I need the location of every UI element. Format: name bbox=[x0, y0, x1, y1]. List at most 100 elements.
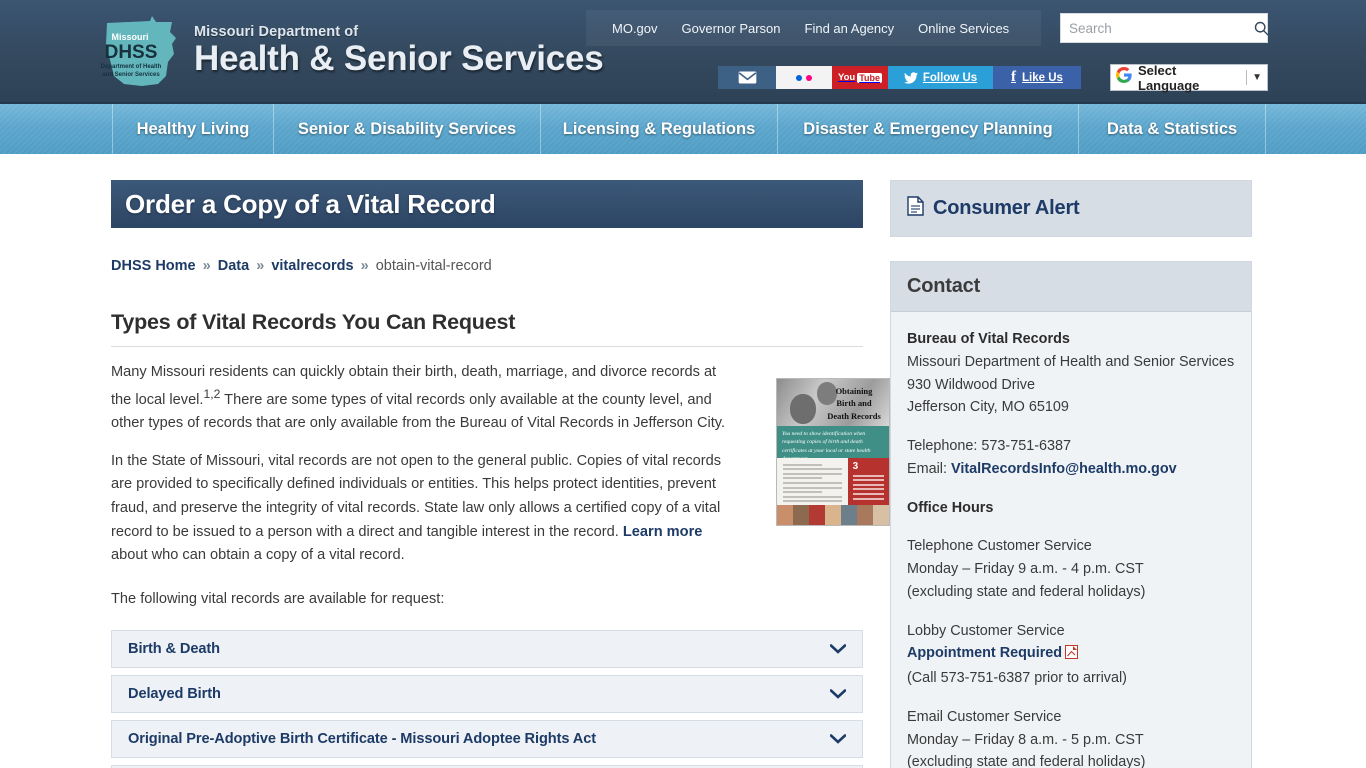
main-navigation: Healthy Living Senior & Disability Servi… bbox=[0, 102, 1366, 154]
nav-item-healthy-living[interactable]: Healthy Living bbox=[112, 104, 274, 154]
breadcrumb-separator: » bbox=[256, 258, 265, 274]
flickr-icon[interactable] bbox=[776, 66, 832, 89]
contact-address-block: Bureau of Vital Records Missouri Departm… bbox=[907, 328, 1235, 419]
accordion-item-delayed-birth[interactable]: Delayed Birth bbox=[111, 674, 863, 713]
breadcrumb-separator: » bbox=[202, 258, 211, 274]
brand-subtitle: Missouri Department of bbox=[194, 24, 359, 41]
vital-records-accordion: Birth & Death Delayed Birth Original Pre… bbox=[111, 629, 863, 768]
office-hours-title-block: Office Hours bbox=[907, 497, 1235, 520]
chevron-down-icon[interactable] bbox=[829, 732, 847, 746]
office-hours-lobby-block: Lobby Customer Service Appointment Requi… bbox=[907, 620, 1235, 690]
accordion-item-original-pre-adoptive-birth-certificate[interactable]: Original Pre-Adoptive Birth Certificate … bbox=[111, 719, 863, 758]
office-hours-line-2: Monday – Friday 9 a.m. - 4 p.m. CST bbox=[907, 561, 1144, 577]
office-hours-telephone-block: Telephone Customer Service Monday – Frid… bbox=[907, 535, 1235, 603]
utility-link-governor[interactable]: Governor Parson bbox=[670, 21, 793, 36]
social-links: You Tube Follow Us f Like Us bbox=[718, 66, 1081, 89]
article-body: Obtaining Birth and Death Records You ne… bbox=[111, 361, 890, 612]
utility-link-mogov[interactable]: MO.gov bbox=[600, 21, 670, 36]
office-hours-line-1: Telephone Customer Service bbox=[907, 538, 1092, 555]
brochure-red-block: 3 bbox=[847, 458, 889, 507]
twitter-follow-button[interactable]: Follow Us bbox=[888, 66, 993, 89]
breadcrumb-separator: » bbox=[360, 258, 369, 274]
breadcrumb-current: obtain-vital-record bbox=[375, 258, 492, 274]
svg-text:DHSS: DHSS bbox=[105, 42, 158, 63]
svg-text:Missouri: Missouri bbox=[111, 32, 148, 42]
contact-email-link[interactable]: VitalRecordsInfo@health.mo.gov bbox=[951, 461, 1177, 477]
language-selector[interactable]: Select Language ▼ bbox=[1110, 62, 1268, 93]
breadcrumb-item-vitalrecords[interactable]: vitalrecords bbox=[271, 258, 353, 274]
accordion-item-birth-death[interactable]: Birth & Death bbox=[111, 629, 863, 668]
page-title: Order a Copy of a Vital Record bbox=[111, 180, 863, 228]
youtube-icon[interactable]: You Tube bbox=[832, 66, 888, 89]
nav-item-data-statistics[interactable]: Data & Statistics bbox=[1079, 104, 1267, 154]
search-input[interactable] bbox=[1061, 20, 1254, 36]
office-hours-line-1: Lobby Customer Service bbox=[907, 622, 1065, 639]
accordion-label: Delayed Birth bbox=[128, 685, 221, 702]
brochure-thumbnail[interactable]: Obtaining Birth and Death Records You ne… bbox=[776, 378, 890, 526]
accordion-label: Original Pre-Adoptive Birth Certificate … bbox=[128, 730, 596, 747]
section-heading: Types of Vital Records You Can Request bbox=[111, 310, 863, 347]
accordion-label: Birth & Death bbox=[128, 640, 220, 657]
document-icon bbox=[907, 196, 924, 221]
footnote-marker: 1,2 bbox=[203, 386, 221, 401]
utility-link-online-services[interactable]: Online Services bbox=[906, 21, 1021, 36]
facebook-label: Like Us bbox=[1022, 71, 1063, 84]
office-hours-title: Office Hours bbox=[907, 499, 994, 516]
pdf-icon bbox=[1065, 644, 1079, 667]
contact-email-label: Email: bbox=[907, 460, 951, 477]
appointment-required-row: Appointment Required bbox=[907, 642, 1235, 667]
nav-item-disaster-emergency-planning[interactable]: Disaster & Emergency Planning bbox=[778, 104, 1079, 154]
appointment-required-link[interactable]: Appointment Required bbox=[907, 645, 1062, 661]
contact-org-department: Missouri Department of Health and Senior… bbox=[907, 353, 1235, 370]
contact-telephone: Telephone: 573-751-6387 bbox=[907, 438, 1072, 454]
consumer-alert-header[interactable]: Consumer Alert bbox=[891, 181, 1251, 236]
site-header: Missouri DHSS Department of Health and S… bbox=[0, 0, 1366, 102]
consumer-alert-title: Consumer Alert bbox=[933, 197, 1080, 219]
brochure-teal-text: You need to show identification when req… bbox=[777, 426, 889, 462]
office-hours-line-3: (Call 573-751-6387 prior to arrival) bbox=[907, 670, 1127, 686]
office-hours-email-block: Email Customer Service Monday – Friday 8… bbox=[907, 706, 1235, 768]
paragraph-1: Many Missouri residents can quickly obta… bbox=[111, 361, 731, 436]
site-logo[interactable]: Missouri DHSS Department of Health and S… bbox=[100, 14, 604, 88]
contact-street-address: 930 Wildwood Drive bbox=[907, 376, 1035, 393]
utility-link-find-agency[interactable]: Find an Agency bbox=[793, 21, 907, 36]
brand-text: Missouri Department of Health & Senior S… bbox=[194, 24, 604, 78]
main-column: Order a Copy of a Vital Record DHSS Home… bbox=[0, 154, 890, 768]
brand-title: Health & Senior Services bbox=[194, 39, 604, 79]
contact-email-row: Email: VitalRecordsInfo@health.mo.gov bbox=[907, 458, 1235, 481]
language-selector-label: Select Language bbox=[1138, 62, 1200, 93]
page-content: Order a Copy of a Vital Record DHSS Home… bbox=[0, 154, 1366, 768]
office-hours-line-3: (excluding state and federal holidays) bbox=[907, 583, 1146, 600]
accordion-item-marriage[interactable]: Marriage bbox=[111, 764, 863, 768]
breadcrumb: DHSS Home » Data » vitalrecords » obtain… bbox=[111, 258, 890, 274]
consumer-alert-panel[interactable]: Consumer Alert bbox=[890, 180, 1252, 237]
office-hours-line-1: Email Customer Service bbox=[907, 708, 1062, 725]
office-hours-line-2: Monday – Friday 8 a.m. - 5 p.m. CST bbox=[907, 731, 1144, 748]
breadcrumb-item-home[interactable]: DHSS Home bbox=[111, 258, 196, 274]
twitter-label: Follow Us bbox=[922, 71, 978, 84]
contact-panel: Contact Bureau of Vital Records Missouri… bbox=[890, 261, 1252, 768]
email-signup-icon[interactable] bbox=[718, 66, 776, 89]
utility-nav: MO.gov Governor Parson Find an Agency On… bbox=[586, 10, 1041, 46]
paragraph-2-text-b: about who can obtain a copy of a vital r… bbox=[111, 547, 405, 564]
search-icon[interactable] bbox=[1254, 21, 1269, 36]
chevron-down-icon[interactable] bbox=[829, 642, 847, 656]
contact-city-state-zip: Jefferson City, MO 65109 bbox=[907, 399, 1069, 416]
chevron-down-icon[interactable] bbox=[829, 687, 847, 701]
sidebar: Consumer Alert Contact Bureau of Vital R… bbox=[890, 154, 1366, 768]
missouri-dhss-logo-icon: Missouri DHSS Department of Health and S… bbox=[100, 14, 182, 88]
brochure-photo-strip bbox=[777, 505, 889, 525]
contact-panel-body: Bureau of Vital Records Missouri Departm… bbox=[891, 312, 1251, 768]
contact-phone-email-block: Telephone: 573-751-6387 Email: VitalReco… bbox=[907, 435, 1235, 481]
nav-item-licensing-regulations[interactable]: Licensing & Regulations bbox=[541, 104, 778, 154]
breadcrumb-item-data[interactable]: Data bbox=[218, 258, 249, 274]
office-hours-line-3: (excluding state and federal holidays) bbox=[907, 754, 1146, 768]
search-box[interactable] bbox=[1060, 13, 1269, 43]
brochure-title: Obtaining Birth and Death Records bbox=[827, 386, 881, 421]
learn-more-link[interactable]: Learn more bbox=[623, 524, 702, 540]
nav-item-senior-disability-services[interactable]: Senior & Disability Services bbox=[274, 104, 541, 154]
chevron-down-icon[interactable]: ▼ bbox=[1252, 72, 1262, 83]
facebook-like-button[interactable]: f Like Us bbox=[993, 66, 1081, 89]
paragraph-3: The following vital records are availabl… bbox=[111, 590, 445, 607]
